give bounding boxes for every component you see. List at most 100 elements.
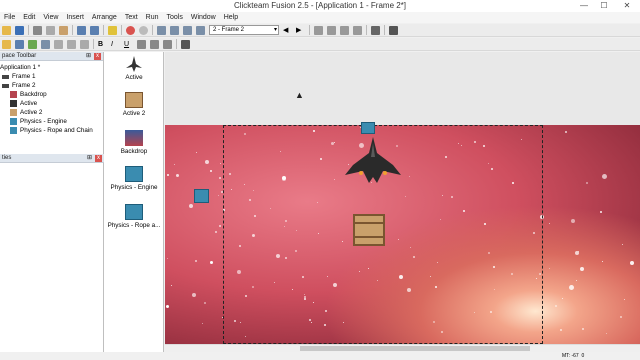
menu-help[interactable]: Help [220, 12, 242, 23]
menu-text[interactable]: Text [121, 12, 142, 23]
physics-engine-icon [10, 118, 17, 125]
redo-icon[interactable] [90, 25, 99, 35]
maximize-button[interactable]: ☐ [594, 0, 614, 12]
tree-item-label: Frame 2 [12, 82, 36, 89]
object-backdrop[interactable]: Backdrop [104, 130, 164, 155]
zoom-icon[interactable] [54, 39, 63, 49]
frame-editor-canvas[interactable]: ▲ [165, 52, 640, 344]
backdrop-icon [10, 91, 17, 98]
align-center-icon[interactable] [150, 39, 159, 49]
grid-icon[interactable] [15, 39, 24, 49]
star-particle [174, 164, 175, 165]
build-icon[interactable] [353, 25, 362, 35]
menu-arrange[interactable]: Arrange [88, 12, 121, 23]
undo-icon[interactable] [77, 25, 86, 35]
tree-item-label: Physics - Engine [20, 118, 67, 125]
close-button[interactable]: ✕ [614, 0, 640, 12]
star-particle [630, 261, 634, 265]
horizontal-scrollbar[interactable] [165, 344, 640, 352]
menu-run[interactable]: Run [142, 12, 163, 23]
bold-icon[interactable]: B [98, 40, 107, 49]
properties-panel-title: ties [2, 155, 12, 161]
event-list-icon[interactable] [196, 25, 205, 35]
align-left-icon[interactable] [137, 39, 146, 49]
frame-editor-icon[interactable] [170, 25, 179, 35]
scrollbar-thumb[interactable] [300, 346, 530, 351]
object-toolbar: Active Active 2 Backdrop Physics - Engin… [104, 52, 164, 352]
properties-icon[interactable] [108, 25, 117, 35]
underline-icon[interactable]: U [124, 40, 133, 49]
pin-icon[interactable]: ⊞ [86, 52, 91, 61]
preview-icon[interactable] [340, 25, 349, 35]
tree-item-physics-engine[interactable]: Physics - Engine [0, 117, 103, 126]
status-coordinates: MT: -67 0 [562, 352, 584, 360]
italic-icon[interactable]: I [111, 40, 120, 49]
toolbar-separator [176, 39, 177, 49]
snap-icon[interactable] [28, 39, 37, 49]
storyboard-icon[interactable] [157, 25, 166, 35]
object-label: Backdrop [120, 148, 148, 155]
status-bar: MT: -67 0 [0, 352, 640, 360]
run-app-icon[interactable] [314, 25, 323, 35]
title-bar: Clickteam Fusion 2.5 - [Application 1 - … [0, 0, 640, 12]
star-particle [560, 329, 562, 331]
menu-window[interactable]: Window [187, 12, 220, 23]
tree-item-active-2[interactable]: Active 2 [0, 108, 103, 117]
physics-engine-object[interactable] [361, 122, 375, 134]
tree-item-application[interactable]: Application 1 * [0, 63, 103, 72]
open-folder-icon[interactable] [2, 39, 11, 49]
stop-run-icon[interactable] [371, 25, 380, 35]
stop-icon[interactable] [126, 25, 135, 35]
object-active[interactable]: Active [104, 56, 164, 81]
workspace-panel-title: pace Toolbar [2, 53, 37, 59]
window-title: Clickteam Fusion 2.5 - [Application 1 - … [233, 1, 407, 10]
debugger-icon[interactable] [389, 25, 398, 35]
close-panel-icon[interactable]: x [95, 155, 102, 162]
copy-icon[interactable] [46, 25, 55, 35]
toolbar-separator [28, 25, 29, 35]
tree-item-physics-rope[interactable]: Physics - Rope and Chain [0, 126, 103, 135]
object-physics-engine[interactable]: Physics - Engine [104, 166, 164, 191]
paste-icon[interactable] [59, 25, 68, 35]
tree-item-label: Frame 1 [12, 73, 36, 80]
layers-icon[interactable] [41, 39, 50, 49]
tree-item-frame-1[interactable]: Frame 1 [0, 72, 103, 81]
distribute-icon[interactable] [80, 39, 89, 49]
pin-icon[interactable]: ⊞ [87, 154, 92, 163]
minimize-button[interactable]: — [574, 0, 594, 12]
tree-item-frame-2[interactable]: Frame 2 [0, 81, 103, 90]
star-particle [166, 305, 169, 308]
fit-window-icon[interactable] [181, 39, 190, 49]
star-particle [549, 268, 550, 269]
frame-select[interactable]: 2 - Frame 2 ▾ [209, 25, 279, 35]
run-frame-icon[interactable] [327, 25, 336, 35]
menu-edit[interactable]: Edit [19, 12, 39, 23]
object-label: Active 2 [122, 110, 146, 117]
record-icon[interactable] [139, 25, 148, 35]
save-icon[interactable] [15, 25, 24, 35]
cut-icon[interactable] [33, 25, 42, 35]
open-icon[interactable] [2, 25, 11, 35]
object-label: Active [125, 74, 143, 81]
crate-sprite[interactable] [353, 214, 385, 246]
tree-item-active[interactable]: Active [0, 99, 103, 108]
object-physics-rope[interactable]: Physics - Rope a... [104, 204, 164, 229]
align-right-icon[interactable] [163, 39, 172, 49]
spaceship-sprite[interactable] [343, 135, 403, 185]
star-particle [569, 285, 574, 290]
tree-item-backdrop[interactable]: Backdrop [0, 90, 103, 99]
chevron-down-icon: ▾ [273, 27, 277, 33]
menu-insert[interactable]: Insert [62, 12, 88, 23]
align-icon[interactable] [67, 39, 76, 49]
menu-tools[interactable]: Tools [163, 12, 187, 23]
next-frame-icon[interactable]: ▶ [296, 26, 305, 35]
physics-rope-object[interactable] [194, 189, 209, 203]
menu-view[interactable]: View [39, 12, 62, 23]
event-editor-icon[interactable] [183, 25, 192, 35]
previous-frame-icon[interactable]: ◀ [283, 26, 292, 35]
star-particle [176, 174, 179, 177]
frame-select-value: 2 - Frame 2 [213, 27, 245, 33]
object-active-2[interactable]: Active 2 [104, 92, 164, 117]
menu-file[interactable]: File [0, 12, 19, 23]
close-panel-icon[interactable]: x [94, 53, 101, 60]
